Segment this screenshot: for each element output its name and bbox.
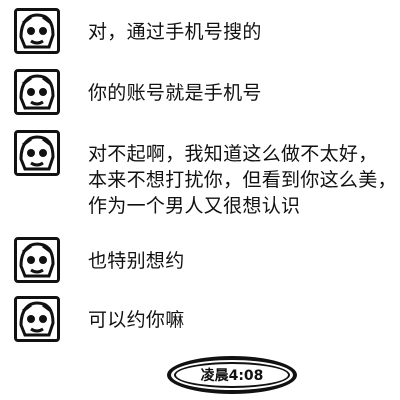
chat-thread: 对，通过手机号搜的 你的账号就是手机号 对不起啊，我知道这么做不太好， 本来不想… — [0, 0, 400, 400]
message-line: 对不起啊，我知道这么做不太好， — [88, 143, 378, 165]
sender-avatar[interactable] — [14, 130, 60, 176]
cartoon-avatar-icon — [17, 240, 57, 280]
message-line: 也特别想约 — [88, 250, 185, 272]
message-text: 对，通过手机号搜的 — [88, 19, 388, 45]
sender-avatar[interactable] — [14, 8, 60, 54]
timestamp-text: 凌晨4:08 — [200, 368, 264, 384]
message-line: 对，通过手机号搜的 — [88, 21, 262, 43]
message-line: 本来不想打扰你，但看到你这么美， — [88, 169, 397, 191]
cartoon-avatar-icon — [17, 11, 57, 51]
cartoon-avatar-icon — [17, 299, 57, 339]
sender-avatar[interactable] — [14, 69, 60, 115]
message-text: 可以约你嘛 — [88, 307, 388, 333]
message-line: 你的账号就是手机号 — [88, 82, 262, 104]
sender-avatar[interactable] — [14, 296, 60, 342]
message-text: 也特别想约 — [88, 248, 388, 274]
message-line: 作为一个男人又很想认识 — [88, 195, 301, 217]
message-text: 对不起啊，我知道这么做不太好， 本来不想打扰你，但看到你这么美， 作为一个男人又… — [88, 141, 397, 219]
sender-avatar[interactable] — [14, 237, 60, 283]
cartoon-avatar-icon — [17, 133, 57, 173]
message-text: 你的账号就是手机号 — [88, 80, 388, 106]
message-line: 可以约你嘛 — [88, 309, 185, 331]
cartoon-avatar-icon — [17, 72, 57, 112]
timestamp-pill: 凌晨4:08 — [167, 356, 297, 394]
